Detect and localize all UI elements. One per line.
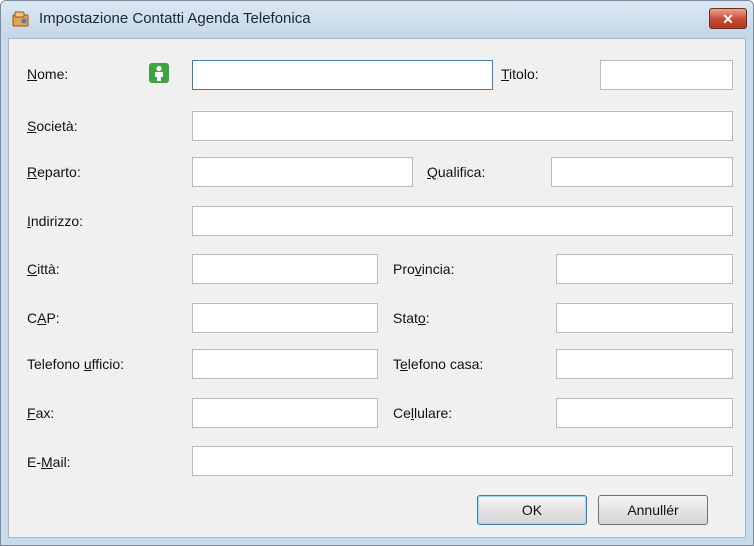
ok-button[interactable]: OK: [477, 495, 587, 525]
cancel-button[interactable]: Annullér: [598, 495, 708, 525]
window-title: Impostazione Contatti Agenda Telefonica: [39, 10, 311, 27]
label-titolo: Titolo:: [501, 66, 539, 82]
provincia-input[interactable]: [556, 254, 733, 284]
label-citta: Città:: [27, 261, 60, 277]
close-button[interactable]: ✕: [709, 8, 747, 29]
label-indirizzo: Indirizzo:: [27, 213, 84, 229]
cellulare-input[interactable]: [556, 398, 733, 428]
phonebook-icon: [12, 11, 29, 27]
nome-input[interactable]: [192, 60, 493, 90]
label-email: E-Mail:: [27, 454, 71, 470]
cap-input[interactable]: [192, 303, 378, 333]
label-stato: Stato:: [393, 310, 430, 326]
label-nome: Nome:: [27, 66, 69, 82]
label-telefono-ufficio: Telefono ufficio:: [27, 356, 125, 372]
dialog-window: Impostazione Contatti Agenda Telefonica …: [0, 0, 754, 546]
person-icon[interactable]: [149, 63, 169, 83]
dialog-body: Nome: Titolo: Società: Reparto: Qualific…: [8, 38, 746, 538]
label-fax: Fax:: [27, 405, 55, 421]
stato-input[interactable]: [556, 303, 733, 333]
fax-input[interactable]: [192, 398, 378, 428]
label-telefono-casa: Telefono casa:: [393, 356, 484, 372]
label-cap: CAP:: [27, 310, 60, 326]
label-cellulare: Cellulare:: [393, 405, 453, 421]
label-reparto: Reparto:: [27, 164, 81, 180]
telefono-casa-input[interactable]: [556, 349, 733, 379]
person-icon-graphic: [155, 65, 163, 81]
indirizzo-input[interactable]: [192, 206, 733, 236]
close-icon: ✕: [722, 11, 734, 27]
label-provincia: Provincia:: [393, 261, 455, 277]
citta-input[interactable]: [192, 254, 378, 284]
societa-input[interactable]: [192, 111, 733, 141]
reparto-input[interactable]: [192, 157, 413, 187]
label-qualifica: Qualifica:: [427, 164, 486, 180]
title-bar[interactable]: Impostazione Contatti Agenda Telefonica …: [1, 1, 753, 38]
titolo-input[interactable]: [600, 60, 733, 90]
telefono-ufficio-input[interactable]: [192, 349, 378, 379]
email-input[interactable]: [192, 446, 733, 476]
qualifica-input[interactable]: [551, 157, 733, 187]
label-societa: Società:: [27, 118, 78, 134]
